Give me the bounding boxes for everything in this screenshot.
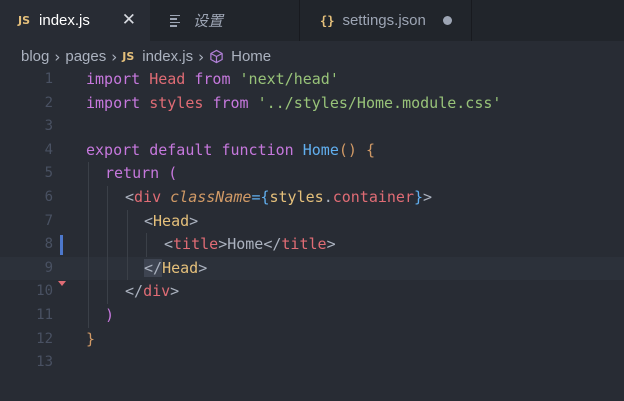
code-line: 6 <div className={styles.container}>: [0, 186, 624, 210]
code-line: 2 import styles from '../styles/Home.mod…: [0, 92, 624, 116]
code-line: 1 import Head from 'next/head': [0, 68, 624, 92]
code-line: 13: [0, 351, 624, 375]
line-number: 13: [36, 354, 53, 371]
indent-guide: [107, 186, 108, 304]
code-text: export default function Home() {: [86, 140, 375, 159]
code-editor[interactable]: 1 import Head from 'next/head' 2 import …: [0, 68, 624, 401]
indent-guide: [127, 209, 128, 281]
code-line-current: 9 </Head>: [0, 256, 624, 281]
code-line: 4 export default function Home() {: [0, 139, 624, 163]
code-text: </div>: [125, 282, 180, 301]
line-number: 7: [44, 212, 53, 229]
code-line: 7 <Head>: [0, 210, 624, 234]
code-line: 10 </div>: [0, 280, 624, 304]
line-number: 9: [44, 259, 53, 276]
code-line: 5 return (: [0, 162, 624, 186]
code-line: 8 <title>Home</title>: [0, 233, 624, 257]
line-number: 12: [36, 330, 53, 347]
indent-guide: [88, 162, 89, 328]
unsaved-dot-icon[interactable]: [443, 16, 452, 25]
code-text: return (: [105, 164, 178, 183]
code-text: <div className={styles.container}>: [125, 188, 433, 206]
close-icon[interactable]: ✕: [122, 10, 136, 30]
tab-settings-ui[interactable]: 设置: [150, 0, 300, 41]
breadcrumb: blog › pages › JS index.js › Home: [0, 44, 271, 69]
line-number: 1: [44, 71, 53, 87]
line-number: 3: [44, 118, 53, 135]
line-number: 2: [44, 94, 53, 111]
code-text: <Head>: [144, 211, 199, 230]
modified-line-marker[interactable]: [60, 235, 63, 255]
json-braces-icon: {}: [320, 13, 335, 28]
line-number: 4: [44, 141, 53, 158]
deleted-line-marker-icon[interactable]: [58, 281, 66, 286]
tab-label: settings.json: [342, 12, 426, 29]
symbol-method-icon: [209, 49, 224, 64]
breadcrumb-item-symbol[interactable]: Home: [231, 48, 271, 65]
tab-settings-json[interactable]: {} settings.json: [300, 0, 472, 41]
javascript-file-icon: JS: [18, 14, 31, 27]
code-text: import styles from '../styles/Home.modul…: [86, 93, 502, 112]
tab-label: 设置: [193, 13, 224, 30]
tab-index-js[interactable]: JS index.js ✕: [0, 0, 150, 41]
tab-bar-empty-space: [472, 0, 624, 41]
tab-label: index.js: [39, 12, 90, 29]
code-text: import Head from 'next/head': [86, 70, 339, 88]
line-number: 8: [44, 236, 53, 253]
breadcrumb-item-file[interactable]: index.js: [142, 48, 193, 65]
code-line: 12 }: [0, 328, 624, 352]
line-number: 6: [44, 189, 53, 205]
code-text: <title>Home</title>: [164, 235, 336, 254]
chevron-right-icon: ›: [111, 47, 118, 66]
code-line: 3: [0, 115, 624, 139]
code-text: ): [105, 306, 115, 324]
breadcrumb-item-pages[interactable]: pages: [65, 48, 106, 65]
settings-list-icon: [170, 14, 181, 27]
code-text: </Head>: [144, 258, 208, 277]
line-number: 11: [36, 307, 53, 323]
code-text: }: [86, 329, 96, 348]
breadcrumb-item-blog[interactable]: blog: [21, 48, 49, 65]
chevron-right-icon: ›: [54, 47, 61, 66]
indent-guide: [146, 233, 147, 257]
tab-bar: JS index.js ✕ 设置 {} settings.json: [0, 0, 624, 41]
code-line: 11 ): [0, 304, 624, 328]
line-number: 5: [44, 165, 53, 182]
tab-divider: [471, 0, 472, 41]
line-number: 10: [36, 283, 53, 300]
javascript-file-icon: JS: [122, 50, 135, 63]
chevron-right-icon: ›: [198, 47, 205, 66]
